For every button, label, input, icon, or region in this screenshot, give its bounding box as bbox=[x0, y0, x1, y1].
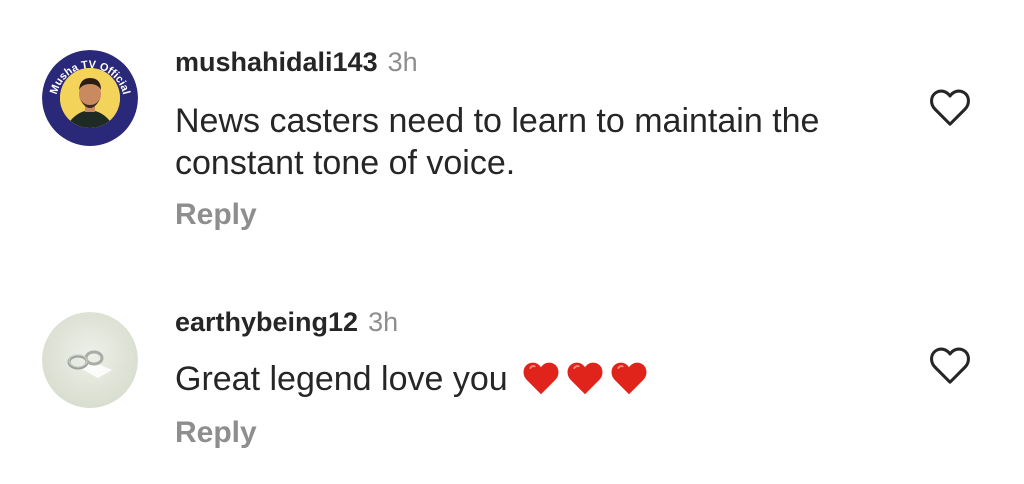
comment-meta: earthybeing12 3h bbox=[175, 307, 398, 338]
avatar-image: Musha TV Official bbox=[42, 50, 138, 146]
heart-outline-icon bbox=[930, 347, 970, 384]
username[interactable]: earthybeing12 bbox=[175, 307, 358, 337]
reply-button[interactable]: Reply bbox=[175, 198, 257, 232]
red-heart-icon bbox=[523, 362, 559, 395]
like-button[interactable] bbox=[927, 86, 973, 128]
like-button[interactable] bbox=[927, 344, 973, 386]
comment-text: Great legend love you bbox=[175, 358, 875, 400]
emoji-group bbox=[517, 360, 649, 398]
comment-text-content: Great legend love you bbox=[175, 360, 508, 398]
timestamp: 3h bbox=[387, 47, 418, 77]
heart-outline-icon bbox=[930, 89, 970, 126]
username[interactable]: mushahidali143 bbox=[175, 47, 378, 77]
avatar[interactable] bbox=[42, 312, 138, 408]
timestamp: 3h bbox=[368, 307, 399, 337]
comment-meta: mushahidali143 3h bbox=[175, 47, 418, 78]
comment-text: News casters need to learn to maintain t… bbox=[175, 100, 875, 184]
red-heart-icon bbox=[611, 362, 647, 395]
comment-text-content: News casters need to learn to maintain t… bbox=[175, 102, 820, 182]
avatar[interactable]: Musha TV Official bbox=[42, 50, 138, 146]
avatar-image bbox=[42, 312, 138, 408]
reply-button[interactable]: Reply bbox=[175, 416, 257, 450]
red-heart-icon bbox=[567, 362, 603, 395]
